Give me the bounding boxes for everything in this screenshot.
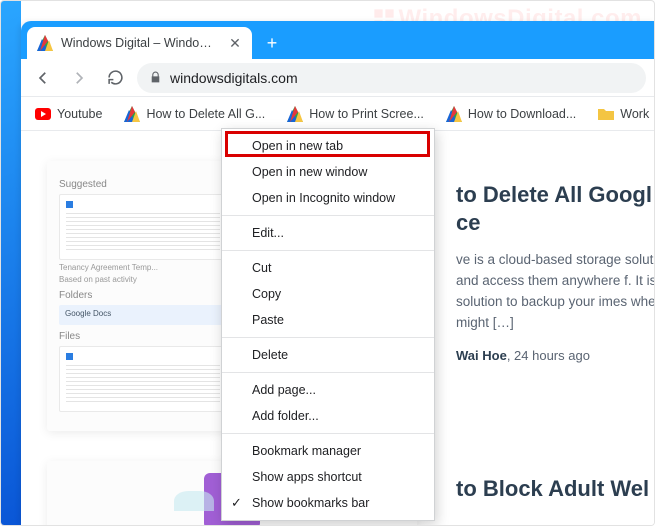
bookmark-youtube[interactable]: Youtube: [29, 102, 108, 126]
ctx-add-folder[interactable]: Add folder...: [222, 403, 434, 429]
thumb: [59, 346, 227, 412]
check-icon: ✓: [231, 495, 242, 511]
ctx-separator: [222, 215, 434, 216]
ctx-bookmark-manager[interactable]: Bookmark manager: [222, 438, 434, 464]
subcaption: Based on past activity: [59, 275, 227, 284]
ctx-copy[interactable]: Copy: [222, 281, 434, 307]
wd-icon: [124, 106, 140, 122]
ctx-open-new-tab[interactable]: Open in new tab: [222, 133, 434, 159]
article-preview-2: to Block Adult Wel: [456, 476, 654, 502]
tab-strip: Windows Digital – Windows 11 / ✕ +: [21, 21, 654, 59]
article-title: to Block Adult Wel: [456, 476, 654, 502]
ctx-separator: [222, 337, 434, 338]
ctx-show-apps[interactable]: Show apps shortcut: [222, 464, 434, 490]
article-excerpt: ve is a cloud-based storage solution onl…: [456, 250, 654, 334]
address-bar[interactable]: windowsdigitals.com: [137, 63, 646, 93]
url-text: windowsdigitals.com: [170, 70, 298, 86]
bookmark-label: How to Delete All G...: [146, 107, 265, 121]
tab-active[interactable]: Windows Digital – Windows 11 / ✕: [27, 27, 252, 59]
ctx-open-incognito[interactable]: Open in Incognito window: [222, 185, 434, 211]
ctx-add-page[interactable]: Add page...: [222, 377, 434, 403]
ctx-delete[interactable]: Delete: [222, 342, 434, 368]
bookmarks-bar[interactable]: Youtube How to Delete All G... How to Pr…: [21, 97, 654, 131]
ctx-cut[interactable]: Cut: [222, 255, 434, 281]
bookmark-label: How to Print Scree...: [309, 107, 424, 121]
reload-button[interactable]: [101, 64, 129, 92]
article-preview-1: to Delete All Googlce ve is a cloud-base…: [456, 181, 654, 363]
folder-icon: [598, 106, 614, 122]
wd-icon: [446, 106, 462, 122]
tab-title: Windows Digital – Windows 11 /: [61, 36, 220, 50]
ctx-paste[interactable]: Paste: [222, 307, 434, 333]
forward-button[interactable]: [65, 64, 93, 92]
ctx-separator: [222, 372, 434, 373]
ctx-show-bookmarks-bar[interactable]: ✓Show bookmarks bar: [222, 490, 434, 516]
back-button[interactable]: [29, 64, 57, 92]
bookmark-label: Youtube: [57, 107, 102, 121]
ctx-edit[interactable]: Edit...: [222, 220, 434, 246]
bookmark-context-menu: Open in new tab Open in new window Open …: [221, 128, 435, 521]
article-meta: Wai Hoe, 24 hours ago: [456, 348, 654, 363]
bookmark-download[interactable]: How to Download...: [440, 102, 582, 126]
wd-icon: [287, 106, 303, 122]
bookmark-work-folder[interactable]: Work: [592, 102, 654, 126]
new-tab-button[interactable]: +: [258, 29, 286, 57]
bookmark-print-screen[interactable]: How to Print Scree...: [281, 102, 430, 126]
thumb: [59, 194, 227, 260]
youtube-icon: [35, 106, 51, 122]
folder-chip: Google Docs: [59, 305, 227, 325]
caption: Tenancy Agreement Temp...: [59, 263, 227, 272]
close-tab-icon[interactable]: ✕: [228, 36, 242, 50]
lock-icon: [149, 71, 162, 84]
article-title: to Delete All Googlce: [456, 181, 654, 236]
toolbar: windowsdigitals.com: [21, 59, 654, 97]
ctx-separator: [222, 250, 434, 251]
bookmark-label: How to Download...: [468, 107, 576, 121]
desktop-background: [1, 1, 21, 525]
bookmark-label: Work: [620, 107, 649, 121]
bookmark-delete-all[interactable]: How to Delete All G...: [118, 102, 271, 126]
site-favicon: [37, 35, 53, 51]
ctx-separator: [222, 433, 434, 434]
ctx-open-new-window[interactable]: Open in new window: [222, 159, 434, 185]
